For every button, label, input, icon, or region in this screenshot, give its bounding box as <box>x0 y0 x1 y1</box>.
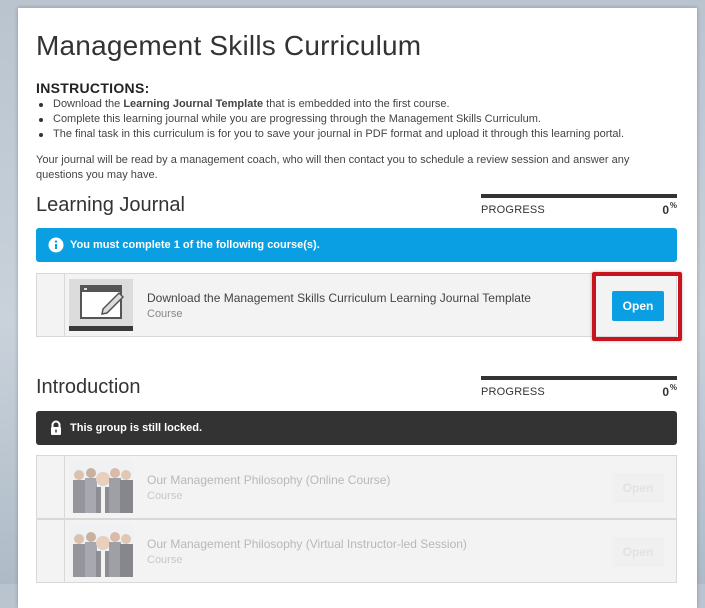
progress-introduction: PROGRESS 0 % <box>481 376 677 402</box>
instruction-text: Complete this learning journal while you… <box>53 113 541 125</box>
progress-label: PROGRESS <box>481 386 545 398</box>
open-course-button-disabled: Open <box>612 537 664 567</box>
instruction-item: The final task in this curriculum is for… <box>36 127 624 142</box>
course-title: Our Management Philosophy (Virtual Instr… <box>147 537 467 551</box>
progress-unit: % <box>669 383 677 392</box>
curriculum-card: Management Skills Curriculum INSTRUCTION… <box>18 8 697 608</box>
row-strip <box>37 456 65 518</box>
page-title: Management Skills Curriculum <box>36 30 422 61</box>
notebook-pencil-icon <box>69 279 133 331</box>
course-title: Our Management Philosophy (Online Course… <box>147 473 391 487</box>
course-type: Course <box>147 490 183 502</box>
course-title[interactable]: Download the Management Skills Curriculu… <box>147 291 531 305</box>
instruction-item: Download the Learning Journal Template t… <box>36 97 624 112</box>
instruction-text: that is embedded into the first course. <box>263 98 450 110</box>
instructions-list: Download the Learning Journal Template t… <box>36 97 624 142</box>
business-people-photo <box>69 525 133 577</box>
row-strip <box>37 520 65 582</box>
course-row-locked: Our Management Philosophy (Online Course… <box>36 455 677 519</box>
banner-text: This group is still locked. <box>70 422 203 434</box>
course-type: Course <box>147 554 183 566</box>
progress-value: 0 <box>662 385 669 399</box>
progress-unit: % <box>669 201 677 210</box>
group-title-learning-journal: Learning Journal <box>36 194 185 216</box>
info-icon <box>48 237 64 253</box>
business-people-photo <box>69 461 133 513</box>
progress-label: PROGRESS <box>481 204 545 216</box>
highlight-box <box>592 272 682 341</box>
course-row-locked: Our Management Philosophy (Virtual Instr… <box>36 519 677 583</box>
course-type: Course <box>147 308 183 320</box>
open-course-button-disabled: Open <box>612 473 664 503</box>
course-row: Download the Management Skills Curriculu… <box>36 273 677 337</box>
requirement-banner: You must complete 1 of the following cou… <box>36 228 677 262</box>
journal-note: Your journal will be read by a managemen… <box>36 154 630 181</box>
instruction-text: The final task in this curriculum is for… <box>53 128 625 140</box>
progress-learning-journal: PROGRESS 0 % <box>481 194 677 220</box>
lock-icon <box>51 420 61 435</box>
group-title-introduction: Introduction <box>36 376 141 398</box>
banner-text: You must complete 1 of the following cou… <box>70 239 320 251</box>
instruction-bold: Learning Journal Template <box>123 98 264 110</box>
instruction-item: Complete this learning journal while you… <box>36 112 624 127</box>
row-strip <box>37 274 65 336</box>
progress-value: 0 <box>662 203 669 217</box>
instructions-heading: INSTRUCTIONS: <box>36 80 150 96</box>
instruction-text: Download the <box>53 98 124 110</box>
locked-banner: This group is still locked. <box>36 411 677 445</box>
